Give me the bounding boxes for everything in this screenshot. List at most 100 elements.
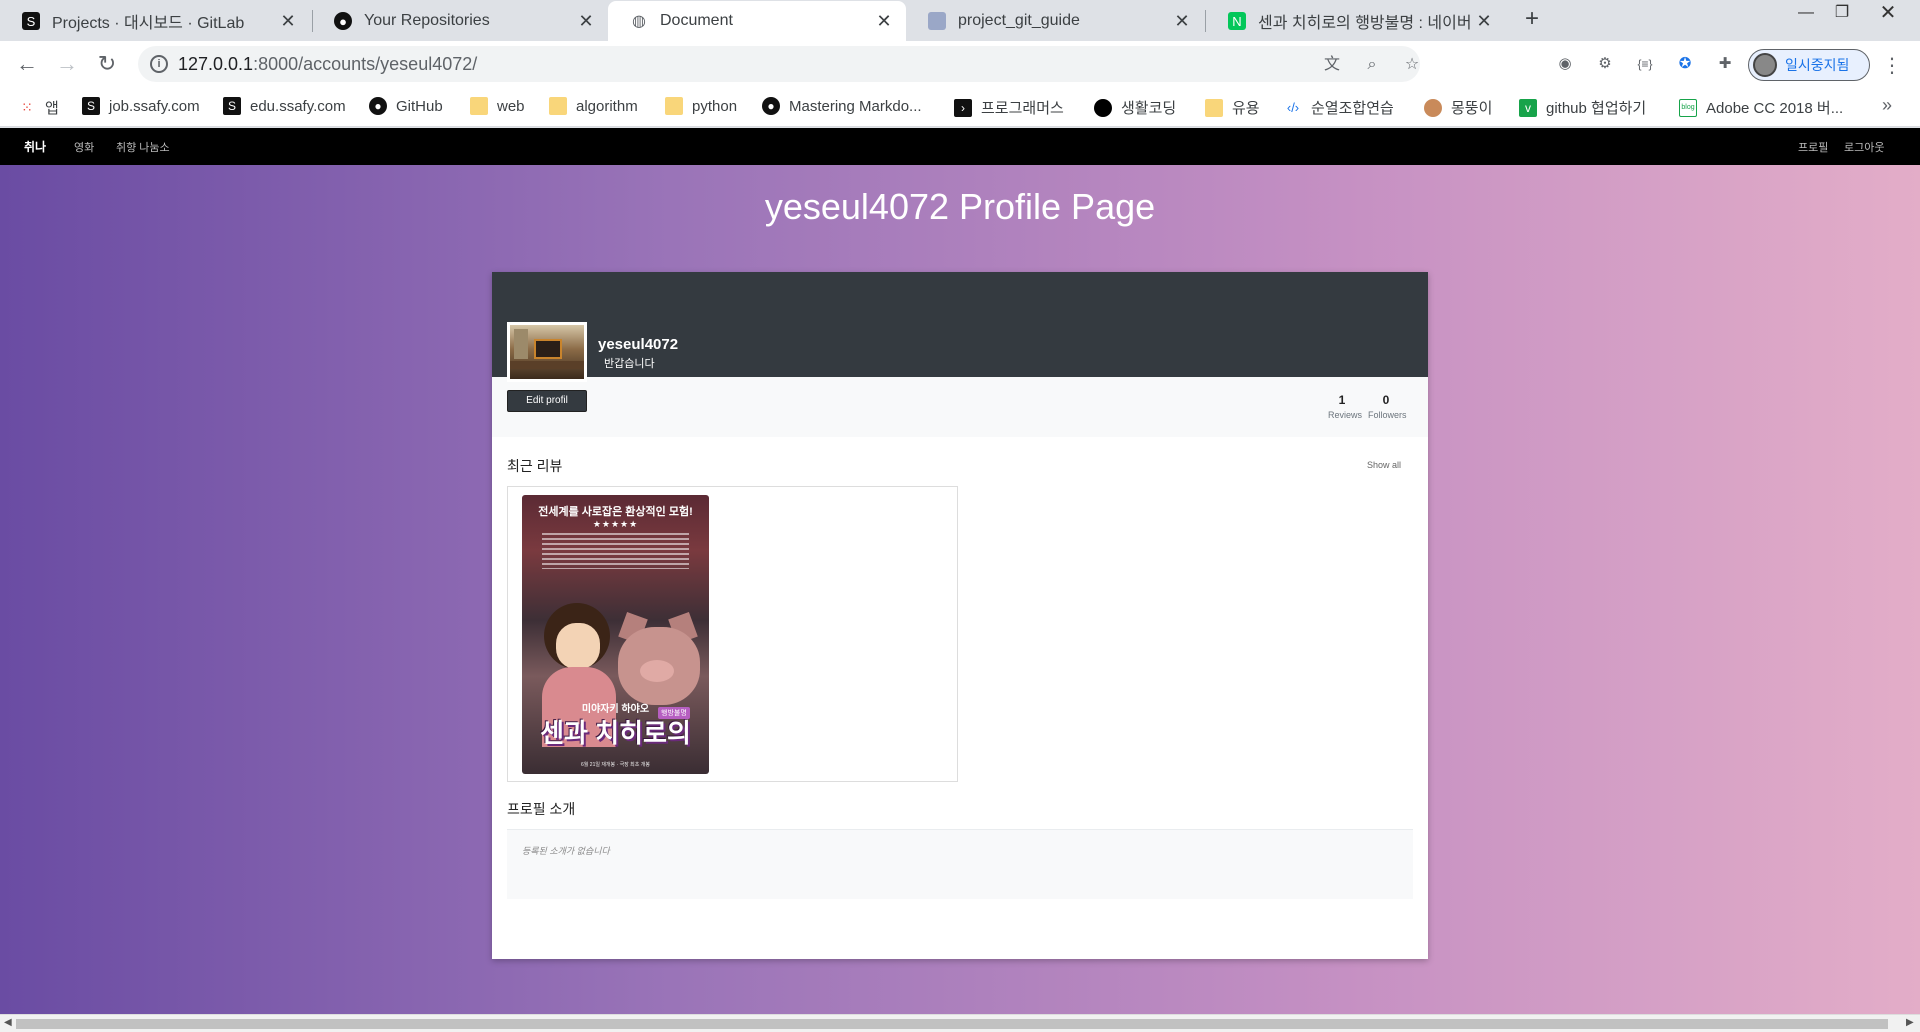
window-close-icon[interactable]: ✕ bbox=[1868, 0, 1908, 30]
close-icon[interactable]: ✕ bbox=[1174, 11, 1190, 32]
tab-strip: S Projects · 대시보드 · GitLab ✕ ● Your Repo… bbox=[0, 0, 1920, 41]
tab-git-guide[interactable]: project_git_guide ✕ bbox=[906, 1, 1204, 41]
tab-title: project_git_guide bbox=[958, 12, 1080, 29]
nav-movies[interactable]: 영화 bbox=[74, 139, 94, 155]
close-icon[interactable]: ✕ bbox=[578, 11, 594, 32]
site-info-icon[interactable]: i bbox=[150, 55, 168, 73]
show-all-link[interactable]: Show all bbox=[1367, 460, 1401, 470]
profile-intro-box: 등록된 소개가 없습니다 bbox=[507, 829, 1413, 899]
chevron-right-icon[interactable]: » bbox=[1882, 95, 1892, 116]
bookmark-job-ssafy[interactable]: Sjob.ssafy.com bbox=[82, 97, 200, 115]
tab-title: Your Repositories bbox=[364, 12, 490, 29]
stats-band: Edit profil 1 Reviews 0 Followers bbox=[492, 377, 1428, 437]
bookmark-permutation[interactable]: ‹/› 순열조합연습 bbox=[1284, 97, 1394, 118]
minimize-icon[interactable]: — bbox=[1786, 0, 1826, 30]
doc-icon bbox=[928, 12, 946, 30]
profile-button[interactable]: 일시중지됨 bbox=[1748, 49, 1870, 81]
mask-extension-icon[interactable]: ◉ bbox=[1554, 53, 1576, 75]
review-poster[interactable]: 전세계를 사로잡은 환상적인 모험! ★★★★★ 미야자키 하야오 센과 치히로… bbox=[522, 495, 709, 774]
dog-icon bbox=[1424, 98, 1442, 117]
folder-icon bbox=[665, 97, 683, 115]
site-brand[interactable]: 취나 bbox=[24, 138, 46, 155]
ssafy-icon: S bbox=[82, 97, 100, 115]
page-viewport: 취나 영화 취향 나눔소 프로필 로그아웃 yeseul4072 Profile… bbox=[0, 128, 1920, 1014]
scroll-left-icon[interactable]: ◀ bbox=[4, 1017, 12, 1028]
bookmark-useful[interactable]: 유용 bbox=[1205, 97, 1260, 118]
bookmark-mastering-markdown[interactable]: ● Mastering Markdo... bbox=[762, 97, 922, 115]
close-icon[interactable]: ✕ bbox=[876, 11, 892, 32]
globe-icon: ◍ bbox=[632, 13, 646, 30]
tab-gitlab[interactable]: S Projects · 대시보드 · GitLab ✕ bbox=[0, 1, 310, 41]
tab-title: 센과 치히로의 행방불명 : 네이버 bbox=[1258, 15, 1472, 32]
nav-profile[interactable]: 프로필 bbox=[1798, 139, 1828, 155]
programmers-icon: › bbox=[954, 98, 972, 117]
zoom-icon[interactable]: ⌕ bbox=[1362, 55, 1382, 75]
bookmark-github[interactable]: ● GitHub bbox=[369, 97, 443, 115]
stat-reviews[interactable]: 1 Reviews bbox=[1328, 393, 1362, 420]
bookmark-edu-ssafy[interactable]: Sedu.ssafy.com bbox=[223, 97, 346, 115]
recent-reviews-title: 최근 리뷰 bbox=[507, 458, 563, 474]
tab-naver[interactable]: N 센과 치히로의 행방불명 : 네이버 ✕ bbox=[1206, 1, 1506, 41]
new-tab-icon[interactable]: + bbox=[1518, 5, 1546, 33]
folder-icon bbox=[1205, 98, 1223, 117]
puzzle-extensions-icon[interactable]: ✚ bbox=[1714, 53, 1736, 75]
browser-toolbar: ← → ↻ i 127.0.0.1:8000/accounts/yeseul40… bbox=[0, 41, 1920, 87]
nav-logout[interactable]: 로그아웃 bbox=[1844, 139, 1884, 155]
github-icon: ● bbox=[762, 97, 780, 115]
restore-icon[interactable]: ❐ bbox=[1822, 0, 1862, 30]
bookmark-web[interactable]: web bbox=[470, 97, 525, 115]
folder-icon bbox=[549, 97, 567, 115]
github-icon: ● bbox=[334, 12, 352, 30]
bookmark-mongttungi[interactable]: 몽뚱이 bbox=[1424, 97, 1492, 118]
github-icon: ● bbox=[369, 97, 387, 115]
recent-reviews-list: 전세계를 사로잡은 환상적인 모험! ★★★★★ 미야자키 하야오 센과 치히로… bbox=[507, 486, 958, 782]
bookmark-github-collab[interactable]: v github 협업하기 bbox=[1519, 97, 1646, 118]
stat-value: 1 bbox=[1338, 393, 1346, 407]
close-icon[interactable]: ✕ bbox=[280, 11, 296, 32]
blog-icon: blog bbox=[1679, 98, 1697, 117]
url-text[interactable]: 127.0.0.1:8000/accounts/yeseul4072/ bbox=[178, 54, 477, 75]
scrollbar-thumb[interactable] bbox=[16, 1019, 1888, 1029]
reload-icon[interactable]: ↻ bbox=[92, 49, 122, 79]
tab-document[interactable]: ◍ Document ✕ bbox=[608, 1, 906, 41]
edit-profile-button[interactable]: Edit profil bbox=[507, 390, 587, 412]
stat-label: Followers bbox=[1368, 410, 1407, 420]
bookmark-star-icon[interactable]: ☆ bbox=[1402, 55, 1422, 75]
profile-intro-text: 등록된 소개가 없습니다 bbox=[522, 846, 610, 856]
profile-intro-title: 프로필 소개 bbox=[507, 801, 576, 817]
profile-username: yeseul4072 bbox=[598, 336, 679, 353]
blue-extension-icon[interactable]: ✪ bbox=[1674, 53, 1696, 75]
gear-extension-icon[interactable]: ⚙ bbox=[1594, 53, 1616, 75]
bookmark-opentutorials[interactable]: 생활코딩 bbox=[1094, 97, 1176, 118]
back-icon[interactable]: ← bbox=[12, 49, 42, 79]
profile-label: 일시중지됨 bbox=[1785, 57, 1850, 73]
bookmark-algorithm[interactable]: algorithm bbox=[549, 97, 638, 115]
profile-avatar bbox=[507, 322, 587, 382]
tab-github[interactable]: ● Your Repositories ✕ bbox=[312, 1, 608, 41]
bookmark-adobe[interactable]: blog Adobe CC 2018 버... bbox=[1679, 97, 1843, 118]
scroll-right-icon[interactable]: ▶ bbox=[1906, 1017, 1914, 1028]
nav-taste-sharing[interactable]: 취향 나눔소 bbox=[116, 139, 170, 155]
forward-icon[interactable]: → bbox=[52, 49, 82, 79]
site-navbar: 취나 영화 취향 나눔소 프로필 로그아웃 bbox=[0, 128, 1920, 165]
close-icon[interactable]: ✕ bbox=[1476, 11, 1492, 32]
stat-followers[interactable]: 0 Followers bbox=[1368, 393, 1407, 420]
velog-icon: v bbox=[1519, 98, 1537, 117]
horizontal-scrollbar[interactable]: ◀ ▶ bbox=[0, 1014, 1920, 1032]
profile-card: yeseul4072 반갑습니다 Edit profil 1 Reviews 0… bbox=[492, 272, 1428, 959]
gitlab-icon: S bbox=[22, 12, 40, 30]
bookmark-programmers[interactable]: › 프로그래머스 bbox=[954, 97, 1064, 118]
profile-header: yeseul4072 반갑습니다 bbox=[492, 272, 1428, 377]
tab-title: Document bbox=[660, 12, 733, 29]
apps-grid-icon: ⁙ bbox=[21, 99, 33, 115]
menu-icon[interactable]: ⋮ bbox=[1882, 53, 1902, 78]
bookmark-apps[interactable]: ⁙ 앱 bbox=[18, 97, 59, 118]
ssafy-icon: S bbox=[223, 97, 241, 115]
bookmark-python[interactable]: python bbox=[665, 97, 737, 115]
json-extension-icon[interactable]: {≡} bbox=[1634, 53, 1656, 75]
profile-greeting: 반갑습니다 bbox=[604, 358, 655, 370]
translate-icon[interactable]: 文 bbox=[1322, 55, 1342, 75]
address-bar[interactable]: i 127.0.0.1:8000/accounts/yeseul4072/ 文 … bbox=[138, 46, 1420, 82]
dot-icon bbox=[1094, 98, 1112, 117]
folder-icon bbox=[470, 97, 488, 115]
